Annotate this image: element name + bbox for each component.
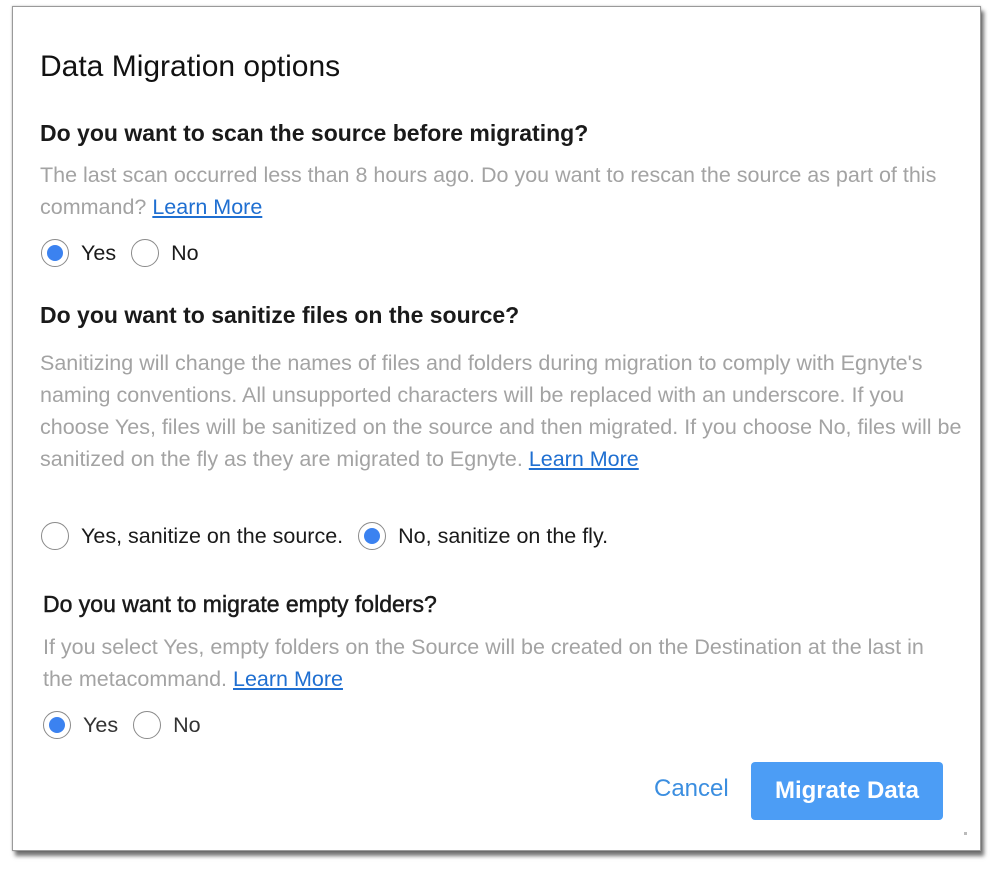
scan-no-label: No [171, 240, 199, 265]
sanitize-no-label: No, sanitize on the fly. [398, 523, 609, 548]
dialog-title: Data Migration options [40, 50, 341, 83]
scan-no-option[interactable]: No [131, 239, 213, 267]
scan-description: The last scan occurred less than 8 hours… [40, 159, 955, 223]
empty-folders-no-option[interactable]: No [133, 711, 215, 739]
empty-folders-question-heading: Do you want to migrate empty folders? [43, 591, 437, 618]
sanitize-yes-label: Yes, sanitize on the source. [81, 523, 344, 548]
sanitize-learn-more-link[interactable]: Learn More [529, 447, 639, 471]
empty-folders-yes-option[interactable]: Yes [43, 711, 133, 739]
empty-folders-no-label: No [173, 712, 201, 737]
radio-selected-dot [47, 245, 63, 261]
sanitize-description: Sanitizing will change the names of file… [40, 347, 965, 475]
sanitize-no-option[interactable]: No, sanitize on the fly. [358, 522, 623, 550]
scan-radio-group: Yes No [41, 239, 214, 267]
scan-yes-label: Yes [81, 240, 117, 265]
empty-folders-no-radio[interactable] [133, 711, 162, 739]
radio-selected-dot [49, 717, 65, 733]
scan-yes-radio[interactable] [41, 239, 69, 267]
empty-folders-radio-group: Yes No [43, 711, 216, 739]
sanitize-radio-group: Yes, sanitize on the source. No, sanitiz… [41, 522, 623, 550]
radio-selected-dot [364, 528, 381, 544]
scan-question-heading: Do you want to scan the source before mi… [40, 120, 589, 146]
empty-folders-learn-more-link[interactable]: Learn More [233, 667, 343, 691]
migrate-data-button[interactable]: Migrate Data [751, 762, 943, 820]
resize-grip-icon[interactable] [964, 832, 967, 835]
migration-options-dialog: Data Migration options Do you want to sc… [12, 6, 981, 851]
empty-folders-yes-radio[interactable] [43, 711, 71, 739]
sanitize-question-heading: Do you want to sanitize files on the sou… [40, 302, 520, 328]
scan-learn-more-link[interactable]: Learn More [152, 195, 262, 219]
sanitize-description-text: Sanitizing will change the names of file… [40, 351, 962, 471]
sanitize-yes-option[interactable]: Yes, sanitize on the source. [41, 522, 358, 550]
cancel-button[interactable]: Cancel [654, 773, 729, 805]
sanitize-no-radio[interactable] [358, 522, 387, 550]
sanitize-yes-radio[interactable] [41, 522, 69, 550]
empty-folders-yes-label: Yes [83, 712, 119, 737]
scan-no-radio[interactable] [131, 239, 160, 267]
empty-folders-description: If you select Yes, empty folders on the … [43, 631, 943, 695]
empty-folders-description-text: If you select Yes, empty folders on the … [43, 635, 924, 691]
scan-yes-option[interactable]: Yes [41, 239, 131, 267]
